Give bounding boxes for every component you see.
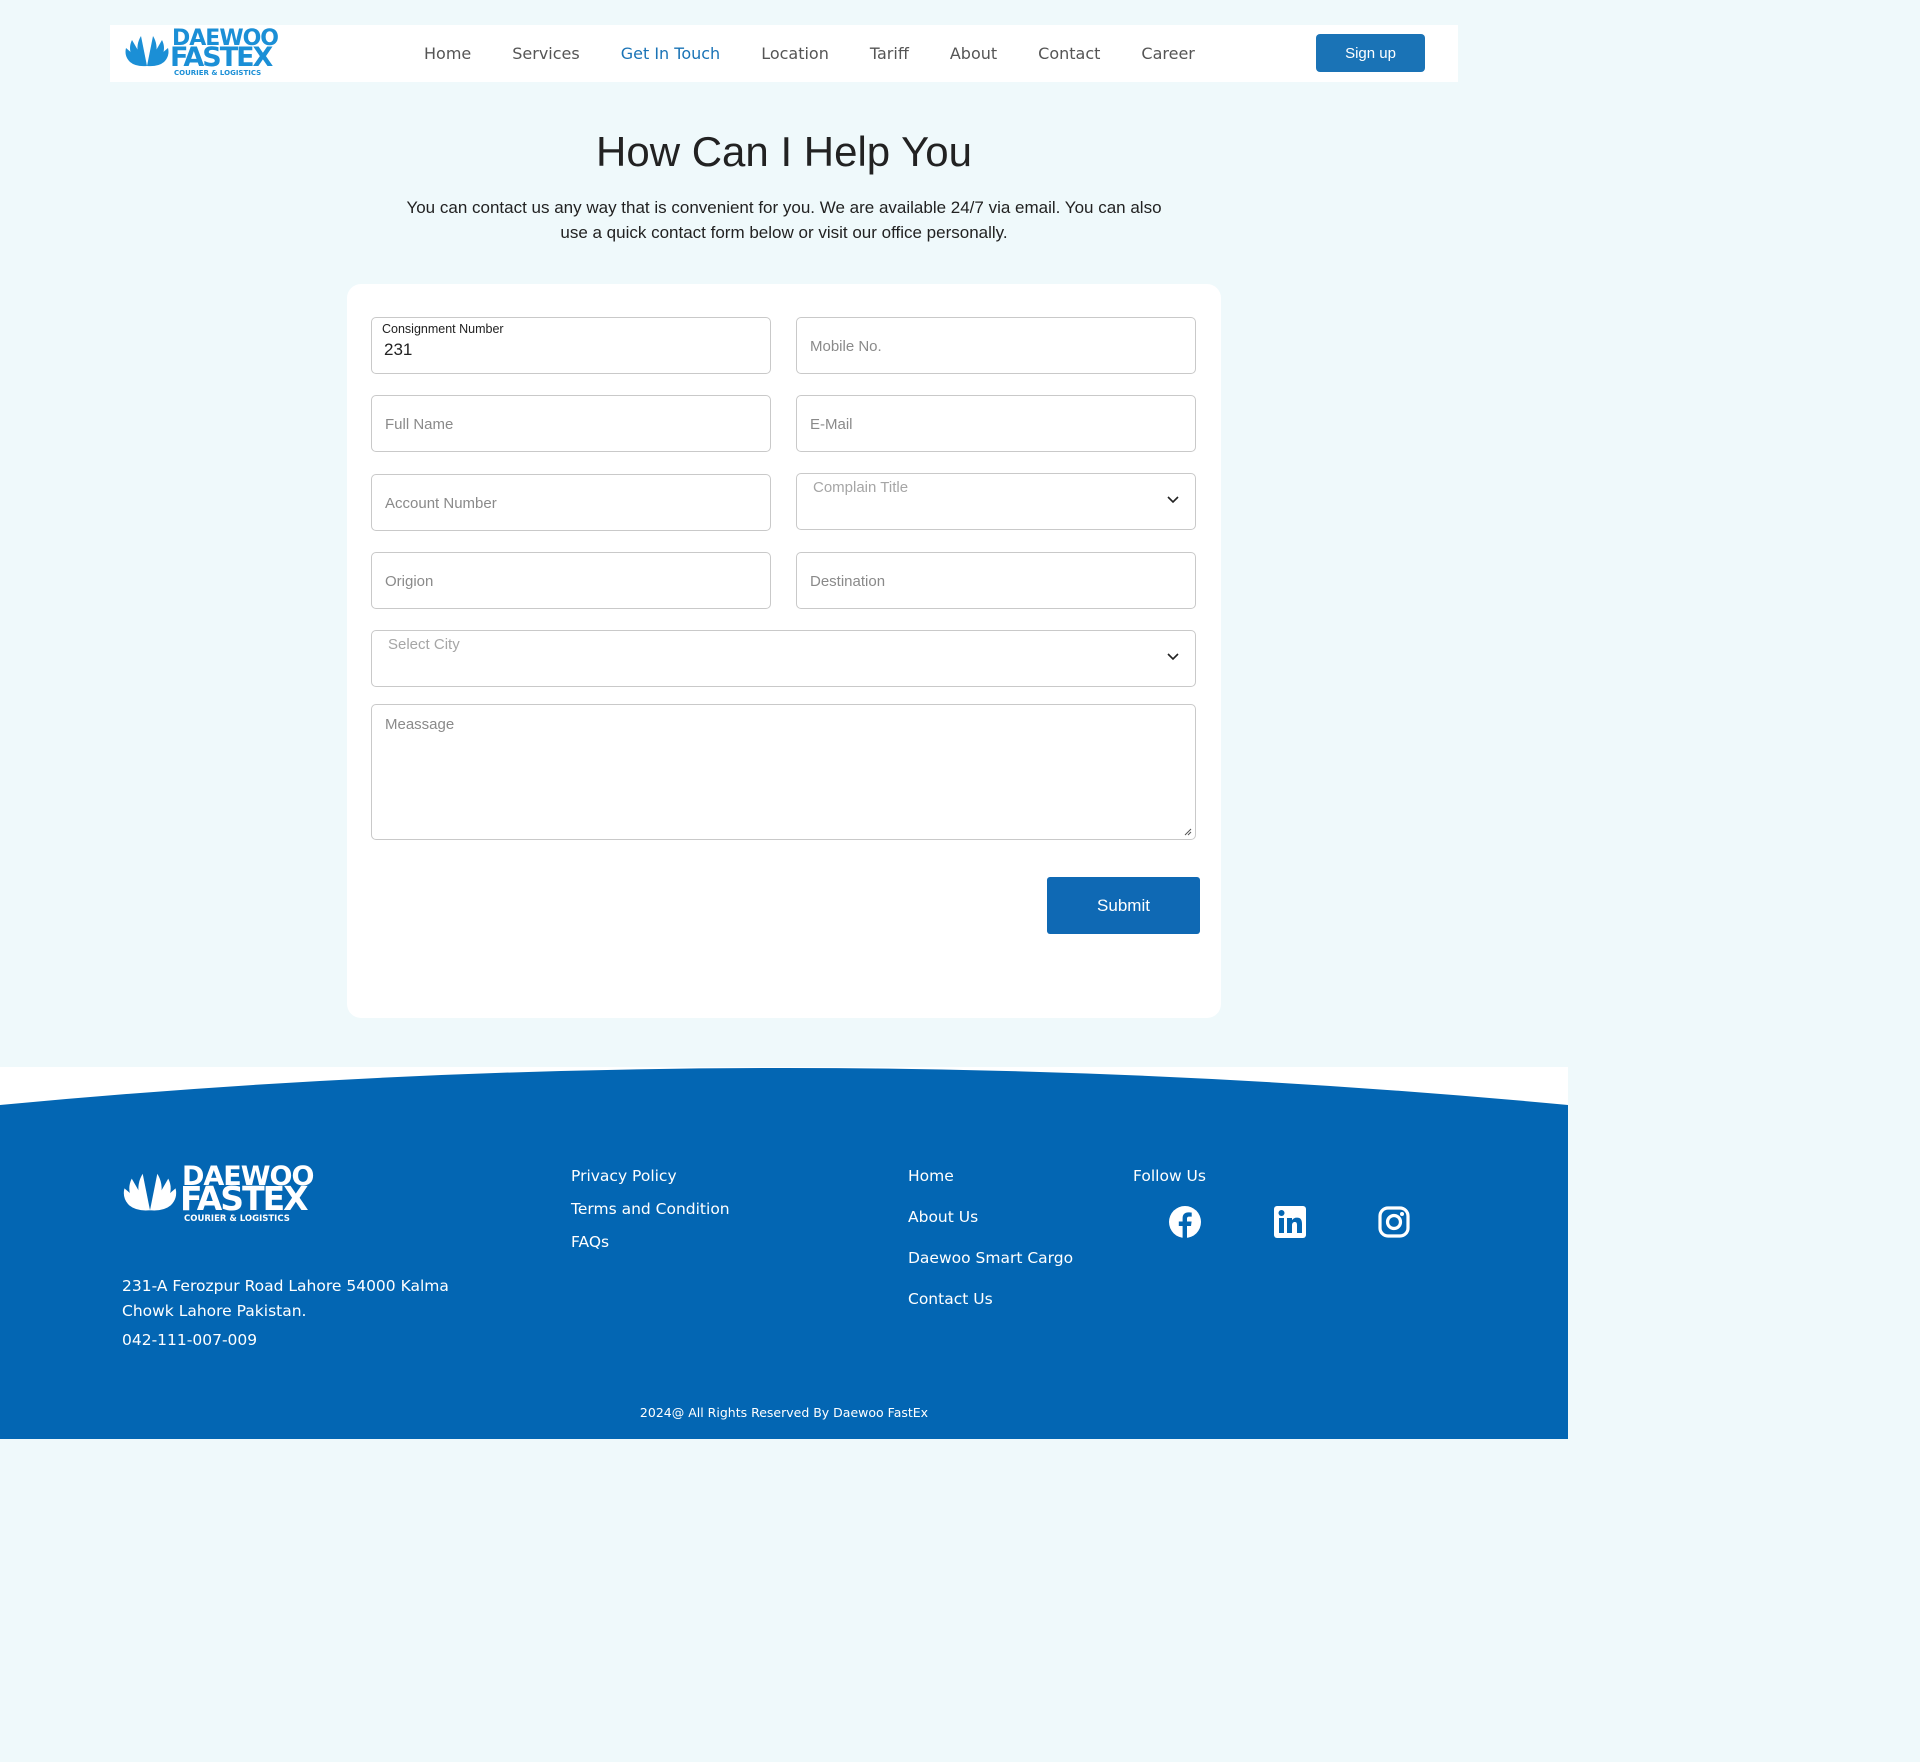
origin-field[interactable]: Origion [371,552,771,609]
email-placeholder: E-Mail [810,416,853,433]
complain-title-placeholder: Complain Title [813,479,909,496]
footer-phone: 042-111-007-009 [122,1331,258,1349]
full-name-placeholder: Full Name [385,416,454,433]
signup-button[interactable]: Sign up [1316,34,1425,72]
site-header: DAEWOO FASTEX COURIER & LOGISTICS Home S… [110,25,1458,82]
footer-address: 231-A Ferozpur Road Lahore 54000 Kalma C… [122,1277,449,1320]
complain-title-select[interactable]: Complain Title [796,473,1196,530]
footer-legal-links: Privacy Policy Terms and Condition FAQs [571,1167,730,1266]
footer-link-home[interactable]: Home [908,1167,1073,1208]
footer-link-privacy-policy[interactable]: Privacy Policy [571,1167,730,1200]
nav-tariff[interactable]: Tariff [870,44,909,63]
facebook-icon[interactable] [1168,1205,1202,1239]
destination-placeholder: Destination [810,573,886,590]
resize-handle-icon[interactable] [1183,827,1192,836]
shell-logo-icon [125,36,169,67]
message-placeholder: Meassage [385,716,455,733]
footer-link-contact-us[interactable]: Contact Us [908,1290,1073,1331]
instagram-icon[interactable] [1377,1205,1411,1239]
nav-location[interactable]: Location [761,44,829,63]
footer-logo[interactable]: DAEWOO FASTEX COURIER & LOGISTICS [122,1163,314,1227]
footer-background [0,1067,1568,1439]
mobile-number-placeholder: Mobile No. [810,338,882,355]
account-number-placeholder: Account Number [385,495,497,512]
chevron-down-icon [1167,496,1179,504]
logo-tagline: COURIER & LOGISTICS [174,69,262,77]
follow-us-label: Follow Us [1133,1167,1206,1185]
chevron-down-icon [1167,653,1179,661]
nav-about[interactable]: About [950,44,997,63]
daewoo-fastex-logo[interactable]: DAEWOO FASTEX COURIER & LOGISTICS [124,28,279,80]
shell-logo-icon [123,1173,177,1211]
full-name-field[interactable]: Full Name [371,395,771,452]
copyright-text: 2024@ All Rights Reserved By Daewoo Fast… [639,1405,929,1420]
main-nav: Home Services Get In Touch Location Tari… [424,25,1236,82]
submit-button[interactable]: Submit [1047,877,1200,934]
footer-link-faqs[interactable]: FAQs [571,1233,730,1266]
city-select[interactable]: Select City [371,630,1196,687]
message-textarea[interactable]: Meassage [371,704,1196,840]
contact-form-card: Consignment Number 231 Mobile No. Full N… [347,284,1221,1018]
footer-link-smart-cargo[interactable]: Daewoo Smart Cargo [908,1249,1073,1290]
mobile-number-field[interactable]: Mobile No. [796,317,1196,374]
page-intro: You can contact us any way that is conve… [406,198,1162,242]
nav-get-in-touch[interactable]: Get In Touch [621,44,720,63]
footer-logo-tagline: COURIER & LOGISTICS [184,1214,290,1224]
footer-link-terms[interactable]: Terms and Condition [571,1200,730,1233]
nav-services[interactable]: Services [512,44,579,63]
nav-career[interactable]: Career [1141,44,1194,63]
footer-nav-links: Home About Us Daewoo Smart Cargo Contact… [908,1167,1073,1331]
linkedin-icon[interactable] [1273,1205,1307,1239]
footer-logo-word-fastex: FASTEX [180,1179,309,1218]
origin-placeholder: Origion [385,573,434,590]
page-title: How Can I Help You [596,128,972,175]
email-field[interactable]: E-Mail [796,395,1196,452]
destination-field[interactable]: Destination [796,552,1196,609]
footer-link-about-us[interactable]: About Us [908,1208,1073,1249]
nav-home[interactable]: Home [424,44,471,63]
consignment-number-label: Consignment Number [382,322,504,336]
consignment-number-value: 231 [384,340,413,359]
consignment-number-field[interactable]: Consignment Number 231 [371,317,771,374]
nav-contact[interactable]: Contact [1038,44,1100,63]
city-placeholder: Select City [388,636,460,653]
account-number-field[interactable]: Account Number [371,474,771,531]
